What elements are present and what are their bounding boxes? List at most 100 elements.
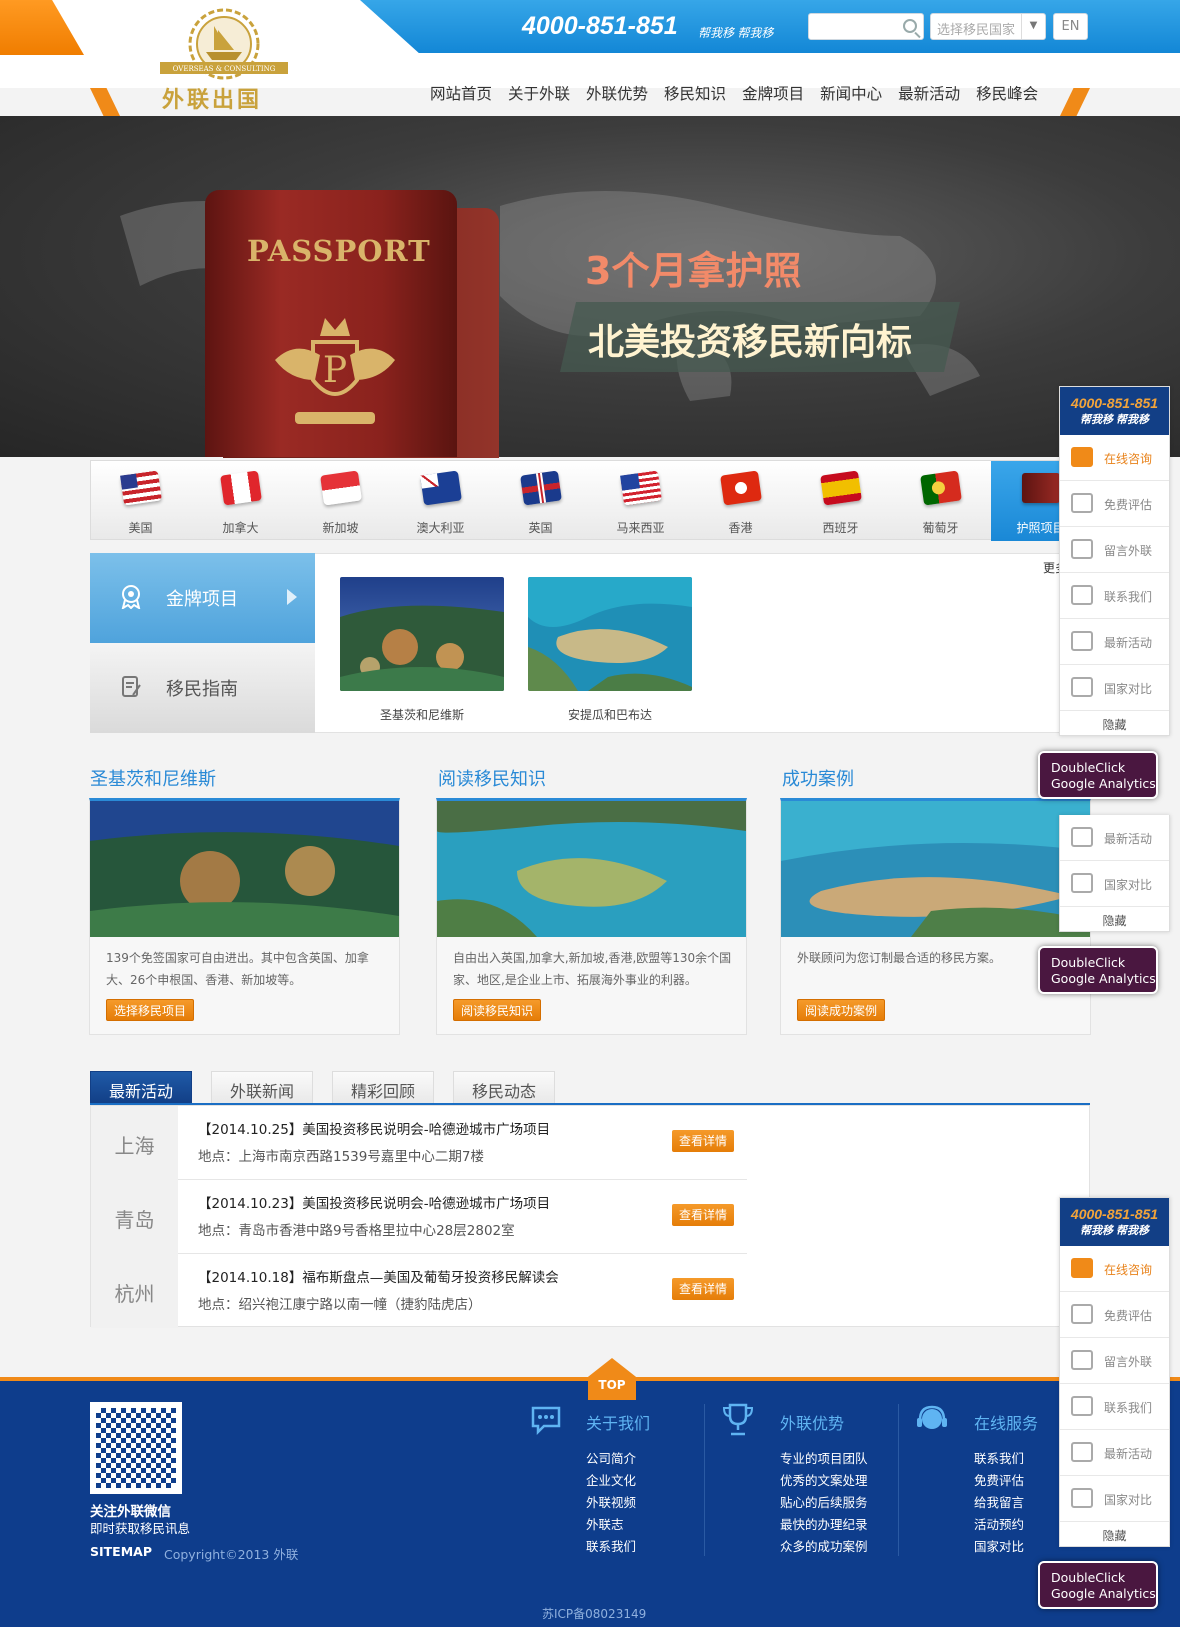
- tab-gold-projects[interactable]: 金牌项目: [90, 553, 315, 643]
- tab-latest-events[interactable]: 最新活动: [90, 1071, 192, 1103]
- flag-item-usa[interactable]: 美国: [91, 461, 190, 541]
- back-to-top-button[interactable]: TOP: [588, 1358, 636, 1400]
- flag-label: 澳大利亚: [416, 521, 465, 535]
- canada-flag-icon: [220, 470, 262, 506]
- view-details-button[interactable]: 查看详情: [672, 1278, 735, 1300]
- country-select[interactable]: 选择移民国家 ▼: [930, 13, 1046, 40]
- tab-immigration-guide[interactable]: 移民指南: [90, 643, 315, 733]
- hide-panel-button[interactable]: 隐藏: [1060, 907, 1169, 931]
- flag-item-australia[interactable]: 澳大利亚: [391, 461, 490, 541]
- leave-message-item[interactable]: 留言外联: [1060, 527, 1169, 573]
- hide-panel-button[interactable]: 隐藏: [1060, 1522, 1169, 1546]
- card-title[interactable]: 圣基茨和尼维斯: [90, 765, 216, 791]
- latest-events-item[interactable]: 最新活动: [1060, 1430, 1169, 1476]
- footer-link[interactable]: 贴心的后续服务: [780, 1492, 868, 1514]
- nav-knowledge[interactable]: 移民知识: [664, 82, 726, 106]
- contact-us-item[interactable]: 联系我们: [1060, 1384, 1169, 1430]
- online-consult-item[interactable]: 在线咨询: [1060, 1246, 1169, 1292]
- language-button[interactable]: EN: [1053, 13, 1088, 40]
- select-project-button[interactable]: 选择移民项目: [106, 999, 195, 1021]
- flag-item-hongkong[interactable]: 香港: [691, 461, 790, 541]
- footer-col-title: 在线服务: [974, 1414, 1039, 1433]
- doubleclick-analytics-badge[interactable]: DoubleClick Google Analytics: [1038, 1561, 1158, 1609]
- country-compare-item[interactable]: 国家对比: [1060, 861, 1169, 907]
- footer-divider: [898, 1404, 899, 1556]
- country-compare-item[interactable]: 国家对比: [1060, 665, 1169, 711]
- footer-link[interactable]: 最快的办理纪录: [780, 1514, 868, 1536]
- gold-item-1[interactable]: 圣基茨和尼维斯: [340, 577, 504, 723]
- card-title[interactable]: 阅读移民知识: [438, 765, 546, 791]
- footer-divider: [704, 1404, 705, 1556]
- tab-company-news[interactable]: 外联新闻: [211, 1071, 313, 1103]
- footer-col-links: 联系我们 免费评估 给我留言 活动预约 国家对比: [974, 1448, 1024, 1558]
- event-title[interactable]: 【2014.10.23】美国投资移民说明会-哈德逊城市广场项目: [198, 1192, 550, 1212]
- nav-summit[interactable]: 移民峰会: [976, 82, 1038, 106]
- footer-link[interactable]: 外联志: [586, 1514, 636, 1536]
- nav-advantage[interactable]: 外联优势: [586, 82, 648, 106]
- footer-link[interactable]: 外联视频: [586, 1492, 636, 1514]
- nav-home[interactable]: 网站首页: [430, 82, 492, 106]
- latest-events-item[interactable]: 最新活动: [1060, 619, 1169, 665]
- read-cases-button[interactable]: 阅读成功案例: [797, 999, 886, 1021]
- badge-line1: DoubleClick: [1051, 1570, 1126, 1585]
- footer-link[interactable]: 联系我们: [974, 1448, 1024, 1470]
- search-input[interactable]: [808, 13, 924, 40]
- event-title[interactable]: 【2014.10.18】福布斯盘点—美国及葡萄牙投资移民解读会: [198, 1266, 559, 1286]
- footer-link[interactable]: 众多的成功案例: [780, 1536, 868, 1558]
- footer-link[interactable]: 公司简介: [586, 1448, 636, 1470]
- tab-highlights[interactable]: 精彩回顾: [332, 1071, 434, 1103]
- flag-item-uk[interactable]: 英国: [491, 461, 590, 541]
- service-item-label: 在线咨询: [1104, 1263, 1153, 1277]
- doubleclick-analytics-badge[interactable]: DoubleClick Google Analytics: [1038, 751, 1158, 799]
- flag-item-malaysia[interactable]: 马来西亚: [591, 461, 690, 541]
- site-logo[interactable]: OVERSEAS & CONSULTING 外联出国: [148, 8, 300, 113]
- footer-link[interactable]: 专业的项目团队: [780, 1448, 868, 1470]
- copyright: Copyright©2013 外联: [164, 1547, 299, 1562]
- free-assessment-item[interactable]: 免费评估: [1060, 1292, 1169, 1338]
- nav-news[interactable]: 新闻中心: [820, 82, 882, 106]
- free-assessment-item[interactable]: 免费评估: [1060, 481, 1169, 527]
- chevron-down-icon[interactable]: ▼: [1021, 14, 1045, 39]
- event-row: 上海 【2014.10.25】美国投资移民说明会-哈德逊城市广场项目 地点：上海…: [91, 1106, 747, 1180]
- contact-us-item[interactable]: 联系我们: [1060, 573, 1169, 619]
- footer-link[interactable]: 活动预约: [974, 1514, 1024, 1536]
- tab-immigration-news[interactable]: 移民动态: [453, 1071, 555, 1103]
- read-knowledge-button[interactable]: 阅读移民知识: [453, 999, 542, 1021]
- view-details-button[interactable]: 查看详情: [672, 1204, 735, 1226]
- flag-item-spain[interactable]: 西班牙: [791, 461, 890, 541]
- leave-message-item[interactable]: 留言外联: [1060, 1338, 1169, 1384]
- gold-item-2[interactable]: 安提瓜和巴布达: [528, 577, 692, 723]
- event-city: 杭州: [91, 1254, 178, 1328]
- view-details-button[interactable]: 查看详情: [672, 1130, 735, 1152]
- nav-gold-projects[interactable]: 金牌项目: [742, 82, 804, 106]
- compare-icon: [1071, 873, 1093, 893]
- search-icon[interactable]: [903, 19, 917, 33]
- online-consult-item[interactable]: 在线咨询: [1060, 435, 1169, 481]
- sitemap-link[interactable]: SITEMAP: [90, 1544, 152, 1559]
- footer-link[interactable]: 给我留言: [974, 1492, 1024, 1514]
- doubleclick-analytics-badge[interactable]: DoubleClick Google Analytics: [1038, 946, 1158, 994]
- gold-item-caption: 圣基茨和尼维斯: [379, 708, 464, 722]
- card-title[interactable]: 成功案例: [782, 765, 854, 791]
- nav-about[interactable]: 关于外联: [508, 82, 570, 106]
- flag-label: 英国: [528, 521, 553, 535]
- event-city: 青岛: [91, 1180, 178, 1254]
- svg-text:P: P: [323, 350, 347, 391]
- event-title[interactable]: 【2014.10.25】美国投资移民说明会-哈德逊城市广场项目: [198, 1118, 550, 1138]
- flag-item-portugal[interactable]: 葡萄牙: [891, 461, 990, 541]
- country-compare-item[interactable]: 国家对比: [1060, 1476, 1169, 1522]
- footer-link[interactable]: 优秀的文案处理: [780, 1470, 868, 1492]
- footer-link[interactable]: 企业文化: [586, 1470, 636, 1492]
- chat-icon: [1071, 1258, 1093, 1278]
- hide-panel-button[interactable]: 隐藏: [1060, 711, 1169, 735]
- footer-link[interactable]: 免费评估: [974, 1470, 1024, 1492]
- footer-link[interactable]: 国家对比: [974, 1536, 1024, 1558]
- nav-events[interactable]: 最新活动: [898, 82, 960, 106]
- latest-events-item[interactable]: 最新活动: [1060, 815, 1169, 861]
- banner-headline: 3个月拿护照: [585, 249, 802, 293]
- footer-link[interactable]: 联系我们: [586, 1536, 636, 1558]
- gold-item-caption: 安提瓜和巴布达: [567, 708, 652, 722]
- badge-line2: Google Analytics: [1051, 971, 1156, 986]
- flag-item-singapore[interactable]: 新加坡: [291, 461, 390, 541]
- flag-item-canada[interactable]: 加拿大: [191, 461, 290, 541]
